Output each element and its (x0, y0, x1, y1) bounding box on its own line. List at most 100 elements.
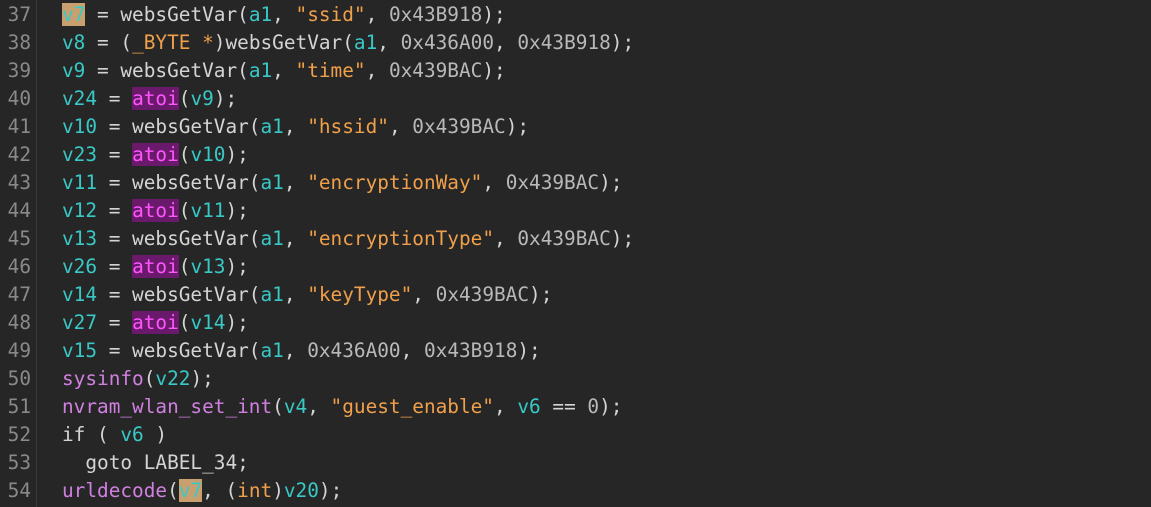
code-line[interactable]: 46 v26 = atoi(v13); (0, 253, 1151, 281)
code-token[interactable]: a1 (249, 59, 272, 82)
code-token[interactable]: v14 (62, 283, 97, 306)
code-token[interactable]: int (237, 479, 272, 502)
code-token[interactable]: "encryptionType" (307, 227, 494, 250)
code-token: = (97, 87, 133, 110)
code-token[interactable]: a1 (260, 171, 283, 194)
code-token[interactable]: a1 (260, 115, 283, 138)
code-token[interactable]: 0x43B918 (517, 31, 610, 54)
code-token[interactable]: atoi (132, 143, 179, 166)
line-number: 37 (7, 3, 31, 26)
code-token[interactable]: 0x439BAC (389, 59, 482, 82)
code-token[interactable]: v22 (155, 367, 190, 390)
code-token[interactable]: v6 (517, 395, 540, 418)
code-token[interactable]: atoi (132, 311, 179, 334)
code-token[interactable]: v10 (62, 115, 97, 138)
code-token[interactable]: v27 (62, 311, 97, 334)
code-line[interactable]: 51 nvram_wlan_set_int(v4, "guest_enable",… (0, 393, 1151, 421)
code-token[interactable]: a1 (354, 31, 377, 54)
code-token[interactable]: v12 (62, 199, 97, 222)
code-line[interactable]: 48 v27 = atoi(v14); (0, 309, 1151, 337)
code-line[interactable]: 42 v23 = atoi(v10); (0, 141, 1151, 169)
code-text: v26 = atoi(v13); (62, 253, 249, 281)
code-token[interactable]: v13 (62, 227, 97, 250)
code-token[interactable]: atoi (132, 255, 179, 278)
code-token: ( (167, 479, 179, 502)
code-token[interactable]: sysinfo (62, 367, 144, 390)
code-token[interactable]: 0x439BAC (436, 283, 529, 306)
code-token[interactable]: v20 (284, 479, 319, 502)
code-token: , (283, 115, 308, 138)
code-token: ); (482, 59, 506, 82)
code-token[interactable]: a1 (249, 3, 272, 26)
code-token[interactable]: v9 (190, 87, 213, 110)
code-token: ); (225, 143, 249, 166)
code-line[interactable]: 47 v14 = websGetVar(a1, "keyType", 0x439B… (0, 281, 1151, 309)
line-number: 46 (7, 255, 31, 278)
code-token: , (482, 171, 506, 194)
code-token[interactable]: 0x43B918 (424, 339, 517, 362)
code-text: urldecode(v7, (int)v20); (62, 477, 342, 505)
code-token: ); (610, 227, 635, 250)
code-token[interactable]: atoi (132, 199, 179, 222)
code-line[interactable]: 45 v13 = websGetVar(a1, "encryptionType",… (0, 225, 1151, 253)
code-token[interactable]: "time" (296, 59, 366, 82)
pseudocode-view[interactable]: 37 v7 = websGetVar(a1, "ssid", 0x43B918);… (0, 0, 1151, 507)
code-token[interactable]: 0 (587, 395, 599, 418)
code-token[interactable]: a1 (260, 283, 283, 306)
code-token[interactable]: v23 (62, 143, 97, 166)
line-number: 48 (7, 311, 31, 334)
code-line[interactable]: 38 v8 = (_BYTE *)websGetVar(a1, 0x436A00,… (0, 29, 1151, 57)
code-token[interactable]: v10 (190, 143, 225, 166)
code-token[interactable]: v9 (62, 59, 85, 82)
code-line[interactable]: 52 if ( v6 ) (0, 421, 1151, 449)
code-token[interactable]: 0x439BAC (517, 227, 610, 250)
code-token[interactable]: v4 (284, 395, 307, 418)
code-token[interactable]: 0x439BAC (506, 171, 599, 194)
code-line[interactable]: 50 sysinfo(v22); (0, 365, 1151, 393)
code-line[interactable]: 49 v15 = websGetVar(a1, 0x436A00, 0x43B91… (0, 337, 1151, 365)
code-token[interactable]: v11 (190, 199, 225, 222)
code-token[interactable]: v13 (190, 255, 225, 278)
code-token: ); (610, 31, 635, 54)
code-token: = (97, 311, 133, 334)
code-text: v13 = websGetVar(a1, "encryptionType", 0… (62, 225, 634, 253)
code-token: = websGetVar( (97, 115, 261, 138)
code-token[interactable]: "hssid" (307, 115, 389, 138)
code-token[interactable]: 0x436A00 (307, 339, 400, 362)
code-line[interactable]: 54 urldecode(v7, (int)v20); (0, 477, 1151, 505)
code-token[interactable]: v7 (178, 479, 203, 502)
code-token[interactable]: v26 (62, 255, 97, 278)
code-token[interactable]: v11 (62, 171, 97, 194)
code-token[interactable]: atoi (132, 87, 179, 110)
code-line[interactable]: 44 v12 = atoi(v11); (0, 197, 1151, 225)
code-token[interactable]: v8 (62, 31, 85, 54)
code-token[interactable]: "guest_enable" (331, 395, 494, 418)
code-token[interactable]: _BYTE * (132, 31, 214, 54)
code-line[interactable]: 37 v7 = websGetVar(a1, "ssid", 0x43B918); (0, 1, 1151, 29)
code-token[interactable]: nvram_wlan_set_int (62, 395, 272, 418)
code-token[interactable]: v15 (62, 339, 97, 362)
code-token[interactable]: "encryptionWay" (307, 171, 482, 194)
code-token[interactable]: 0x43B918 (389, 3, 482, 26)
code-token[interactable]: 0x436A00 (401, 31, 494, 54)
code-token: ( (178, 199, 191, 222)
code-token[interactable]: v7 (62, 3, 86, 26)
code-token: ); (529, 283, 553, 306)
code-token: ); (482, 3, 506, 26)
code-line[interactable]: 43 v11 = websGetVar(a1, "encryptionWay", … (0, 169, 1151, 197)
code-token[interactable]: v24 (62, 87, 97, 110)
code-token[interactable]: v14 (190, 311, 225, 334)
code-token: ) (272, 479, 284, 502)
code-token[interactable]: a1 (260, 339, 283, 362)
code-token[interactable]: 0x439BAC (412, 115, 505, 138)
code-token[interactable]: v6 (120, 423, 143, 446)
code-line[interactable]: 53 goto LABEL_34; (0, 449, 1151, 477)
code-line[interactable]: 41 v10 = websGetVar(a1, "hssid", 0x439BAC… (0, 113, 1151, 141)
code-line[interactable]: 40 v24 = atoi(v9); (0, 85, 1151, 113)
code-text: v15 = websGetVar(a1, 0x436A00, 0x43B918)… (62, 337, 541, 365)
code-token[interactable]: a1 (260, 227, 283, 250)
code-token[interactable]: urldecode (62, 479, 167, 502)
code-line[interactable]: 39 v9 = websGetVar(a1, "time", 0x439BAC); (0, 57, 1151, 85)
code-token[interactable]: "ssid" (296, 3, 366, 26)
code-token[interactable]: "keyType" (307, 283, 412, 306)
